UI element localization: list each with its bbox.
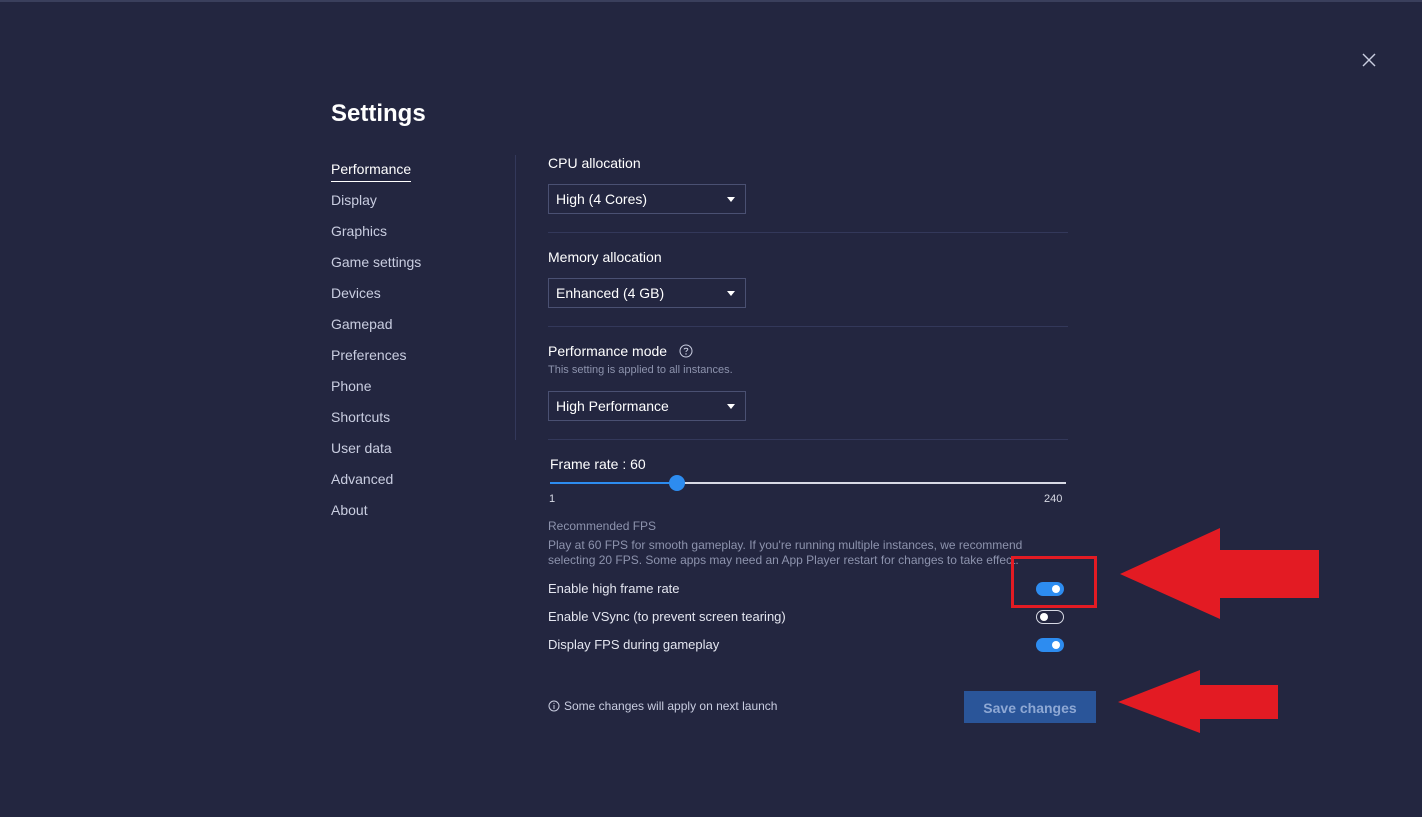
performance-mode-label: Performance mode [548, 343, 668, 359]
sidebar-item-game-settings[interactable]: Game settings [331, 251, 511, 282]
performance-mode-select[interactable]: High Performance [548, 391, 746, 421]
cpu-allocation-label: CPU allocation [548, 155, 641, 171]
vsync-toggle[interactable] [1036, 610, 1064, 624]
help-circle-icon[interactable] [679, 344, 693, 358]
frame-rate-slider-fill [550, 482, 678, 484]
sidebar-item-display[interactable]: Display [331, 189, 511, 220]
frame-rate-slider-thumb[interactable] [669, 475, 686, 491]
sidebar-item-preferences[interactable]: Preferences [331, 344, 511, 375]
cpu-allocation-value: High (4 Cores) [556, 191, 648, 207]
vsync-label: Enable VSync (to prevent screen tearing) [548, 609, 786, 624]
cpu-allocation-select[interactable]: High (4 Cores) [548, 184, 746, 214]
sidebar-item-devices[interactable]: Devices [331, 282, 511, 313]
frame-rate-max: 240 [1044, 493, 1063, 505]
chevron-down-icon [727, 404, 735, 409]
sidebar-item-graphics[interactable]: Graphics [331, 220, 511, 251]
sidebar-item-phone[interactable]: Phone [331, 375, 511, 406]
performance-mode-value: High Performance [556, 398, 669, 414]
chevron-down-icon [727, 197, 735, 202]
frame-rate-slider[interactable] [550, 475, 1066, 491]
section-divider [548, 232, 1068, 233]
recommended-fps-text: Play at 60 FPS for smooth gameplay. If y… [548, 538, 1023, 567]
settings-sidebar: Performance Display Graphics Game settin… [331, 158, 511, 530]
high-frame-rate-label: Enable high frame rate [548, 581, 680, 596]
annotation-highlight-box [1011, 556, 1097, 608]
sidebar-item-shortcuts[interactable]: Shortcuts [331, 406, 511, 437]
info-circle-icon [548, 700, 560, 712]
toggle-knob [1040, 613, 1048, 621]
section-divider [548, 326, 1068, 327]
window-top-edge [0, 0, 1422, 2]
memory-allocation-value: Enhanced (4 GB) [556, 285, 665, 301]
performance-mode-note: This setting is applied to all instances… [548, 364, 733, 376]
section-divider [548, 439, 1068, 440]
sidebar-item-gamepad[interactable]: Gamepad [331, 313, 511, 344]
annotation-arrow-icon [1120, 528, 1319, 619]
sidebar-divider [515, 155, 516, 440]
sidebar-item-performance[interactable]: Performance [331, 158, 511, 189]
sidebar-item-user-data[interactable]: User data [331, 437, 511, 468]
toggle-knob [1052, 641, 1060, 649]
sidebar-item-about[interactable]: About [331, 499, 511, 530]
memory-allocation-label: Memory allocation [548, 249, 662, 265]
chevron-down-icon [727, 291, 735, 296]
frame-rate-label: Frame rate : 60 [550, 456, 646, 472]
save-changes-button[interactable]: Save changes [964, 691, 1096, 723]
display-fps-toggle[interactable] [1036, 638, 1064, 652]
restart-notice-text: Some changes will apply on next launch [564, 699, 778, 713]
display-fps-label: Display FPS during gameplay [548, 637, 720, 652]
restart-notice: Some changes will apply on next launch [548, 699, 777, 713]
page-title: Settings [331, 100, 426, 127]
sidebar-item-advanced[interactable]: Advanced [331, 468, 511, 499]
memory-allocation-select[interactable]: Enhanced (4 GB) [548, 278, 746, 308]
frame-rate-min: 1 [549, 493, 556, 505]
annotation-arrow-icon [1118, 670, 1278, 733]
recommended-fps-title: Recommended FPS [548, 519, 657, 533]
close-icon[interactable] [1360, 51, 1378, 69]
